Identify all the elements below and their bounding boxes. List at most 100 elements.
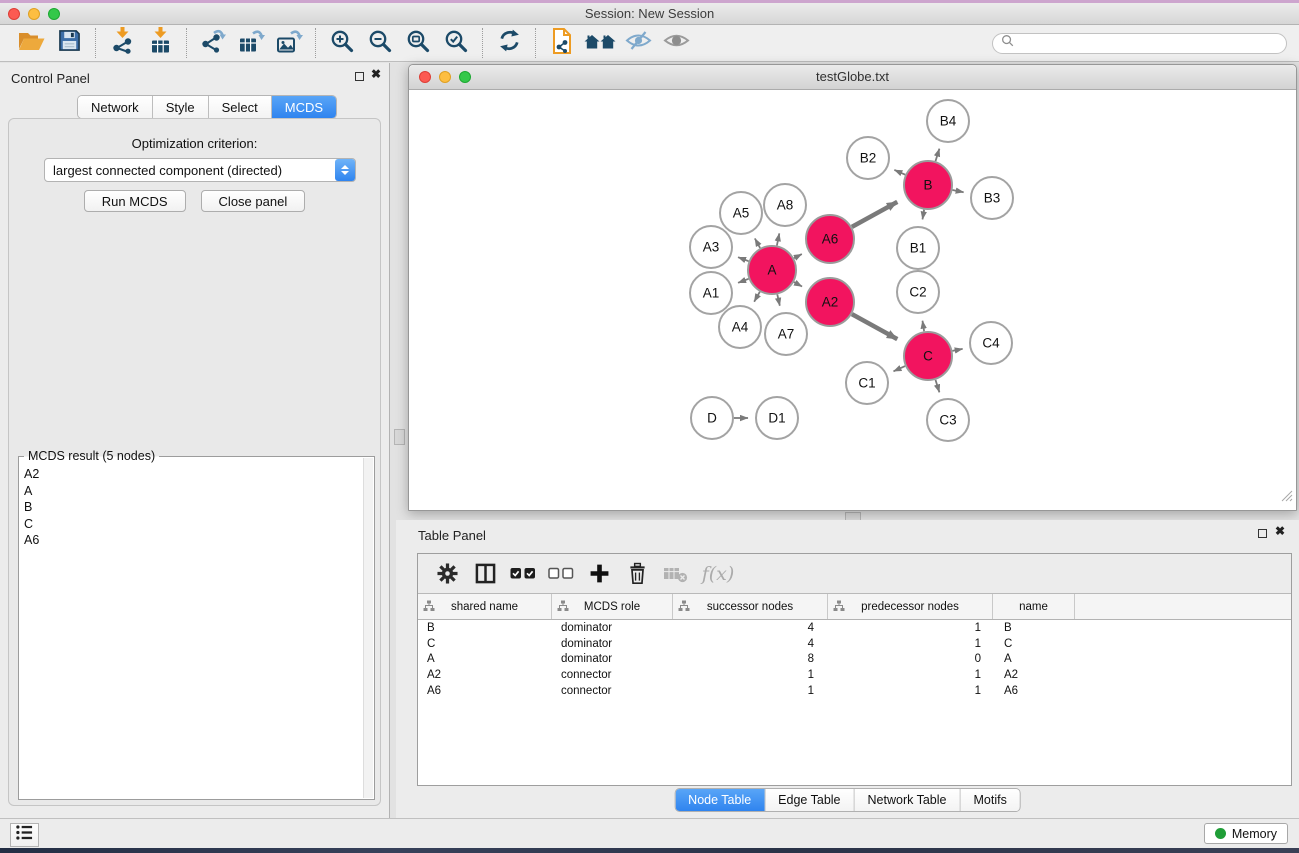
column-header-predecessor-nodes[interactable]: predecessor nodes <box>828 594 993 619</box>
table-cell[interactable]: B <box>418 622 552 634</box>
graph-node-C[interactable]: C <box>904 332 952 380</box>
table-row[interactable]: A6connector11A6 <box>418 683 1291 699</box>
table-cell[interactable]: A2 <box>418 669 552 681</box>
mcds-result-item[interactable]: A6 <box>24 532 360 549</box>
mcds-result-item[interactable]: C <box>24 516 360 533</box>
tab-mcds[interactable]: MCDS <box>272 96 336 118</box>
vertical-splitter-grip[interactable] <box>394 429 405 445</box>
tab-network-table[interactable]: Network Table <box>855 789 961 811</box>
column-header-successor-nodes[interactable]: successor nodes <box>673 594 828 619</box>
table-cell[interactable]: 0 <box>828 653 993 665</box>
table-cell[interactable]: dominator <box>552 653 673 665</box>
mcds-result-item[interactable]: A2 <box>24 466 360 483</box>
first-neighbors-button[interactable] <box>581 27 619 59</box>
table-cell[interactable]: B <box>993 622 1075 634</box>
mcds-result-item[interactable]: B <box>24 499 360 516</box>
graph-edge-A-A7[interactable] <box>777 294 780 305</box>
import-network-button[interactable] <box>103 27 141 59</box>
graph-edge-B-B3[interactable] <box>953 190 964 192</box>
graph-edge-C-C2[interactable] <box>923 321 925 332</box>
graph-edge-C-C4[interactable] <box>953 349 963 351</box>
zoom-in-button[interactable] <box>323 27 361 59</box>
table-float-icon[interactable] <box>1258 529 1267 538</box>
graph-node-A5[interactable]: A5 <box>720 192 762 234</box>
graph-edge-A-A8[interactable] <box>777 233 779 245</box>
graph-node-A7[interactable]: A7 <box>765 313 807 355</box>
open-session-button[interactable] <box>12 27 50 59</box>
table-cell[interactable]: 8 <box>673 653 828 665</box>
add-column-icon[interactable] <box>580 558 618 590</box>
table-row[interactable]: Bdominator41B <box>418 620 1291 636</box>
graph-edge-B-B4[interactable] <box>936 149 940 161</box>
graph-edge-A-A1[interactable] <box>738 279 749 283</box>
graph-node-A2[interactable]: A2 <box>806 278 854 326</box>
table-cell[interactable]: 1 <box>828 638 993 650</box>
export-table-button[interactable] <box>232 27 270 59</box>
graph-edge-A-A4[interactable] <box>754 292 760 302</box>
column-header-shared-name[interactable]: shared name <box>418 594 552 619</box>
table-close-icon[interactable]: ✖ <box>1275 524 1285 538</box>
tab-select[interactable]: Select <box>209 96 272 118</box>
zoom-fit-button[interactable] <box>399 27 437 59</box>
table-cell[interactable]: connector <box>552 685 673 697</box>
delete-column-icon[interactable] <box>618 558 656 590</box>
tab-network[interactable]: Network <box>78 96 153 118</box>
graph-edge-C-C3[interactable] <box>936 380 940 392</box>
table-row[interactable]: A2connector11A2 <box>418 667 1291 683</box>
result-scrollbar[interactable] <box>363 458 373 798</box>
table-cell[interactable]: A6 <box>418 685 552 697</box>
graph-edge-A2-C[interactable] <box>852 314 897 339</box>
graph-node-C4[interactable]: C4 <box>970 322 1012 364</box>
table-cell[interactable]: 1 <box>828 622 993 634</box>
float-panel-icon[interactable] <box>355 72 364 81</box>
graph-node-B2[interactable]: B2 <box>847 137 889 179</box>
graph-node-D[interactable]: D <box>691 397 733 439</box>
table-cell[interactable]: dominator <box>552 638 673 650</box>
memory-button[interactable]: Memory <box>1204 823 1288 844</box>
tab-edge-table[interactable]: Edge Table <box>765 789 854 811</box>
export-network-button[interactable] <box>194 27 232 59</box>
table-cell[interactable]: dominator <box>552 622 673 634</box>
graph-edge-C-C1[interactable] <box>894 366 906 371</box>
export-image-button[interactable] <box>270 27 308 59</box>
table-cell[interactable]: 1 <box>673 685 828 697</box>
graph-node-B4[interactable]: B4 <box>927 100 969 142</box>
tab-style[interactable]: Style <box>153 96 209 118</box>
table-cell[interactable]: A2 <box>993 669 1075 681</box>
graph-node-D1[interactable]: D1 <box>756 397 798 439</box>
save-session-button[interactable] <box>50 27 88 59</box>
graph-node-C3[interactable]: C3 <box>927 399 969 441</box>
graph-node-A8[interactable]: A8 <box>764 184 806 226</box>
import-table-button[interactable] <box>141 27 179 59</box>
graph-edge-B-B1[interactable] <box>923 210 925 220</box>
close-panel-icon[interactable]: ✖ <box>371 67 381 81</box>
table-cell[interactable]: A6 <box>993 685 1075 697</box>
table-cell[interactable]: 4 <box>673 638 828 650</box>
graph-edge-B-B2[interactable] <box>894 170 905 175</box>
graph-edge-A6-B[interactable] <box>852 202 897 227</box>
table-row[interactable]: Cdominator41C <box>418 636 1291 652</box>
graph-node-A1[interactable]: A1 <box>690 272 732 314</box>
resize-grip-icon[interactable] <box>1281 489 1293 507</box>
graph-node-C1[interactable]: C1 <box>846 362 888 404</box>
graph-edge-A-A3[interactable] <box>738 257 749 261</box>
tab-node-table[interactable]: Node Table <box>675 789 765 811</box>
refresh-view-button[interactable] <box>490 27 528 59</box>
table-cell[interactable]: 1 <box>828 669 993 681</box>
search-input[interactable] <box>1018 34 1286 52</box>
table-cell[interactable]: A <box>993 653 1075 665</box>
table-row[interactable]: Adominator80A <box>418 652 1291 668</box>
graph-edge-A-A6[interactable] <box>794 254 802 258</box>
graph-node-C2[interactable]: C2 <box>897 271 939 313</box>
graph-node-B1[interactable]: B1 <box>897 227 939 269</box>
graph-node-A3[interactable]: A3 <box>690 226 732 268</box>
criterion-select[interactable]: largest connected component (directed) <box>44 158 356 182</box>
table-cell[interactable]: 1 <box>828 685 993 697</box>
show-all-button[interactable] <box>657 27 695 59</box>
clone-network-button[interactable] <box>543 27 581 59</box>
graph-node-A[interactable]: A <box>748 246 796 294</box>
table-cell[interactable]: A <box>418 653 552 665</box>
column-header-mcds-role[interactable]: MCDS role <box>552 594 673 619</box>
show-columns-icon[interactable] <box>466 558 504 590</box>
zoom-out-button[interactable] <box>361 27 399 59</box>
